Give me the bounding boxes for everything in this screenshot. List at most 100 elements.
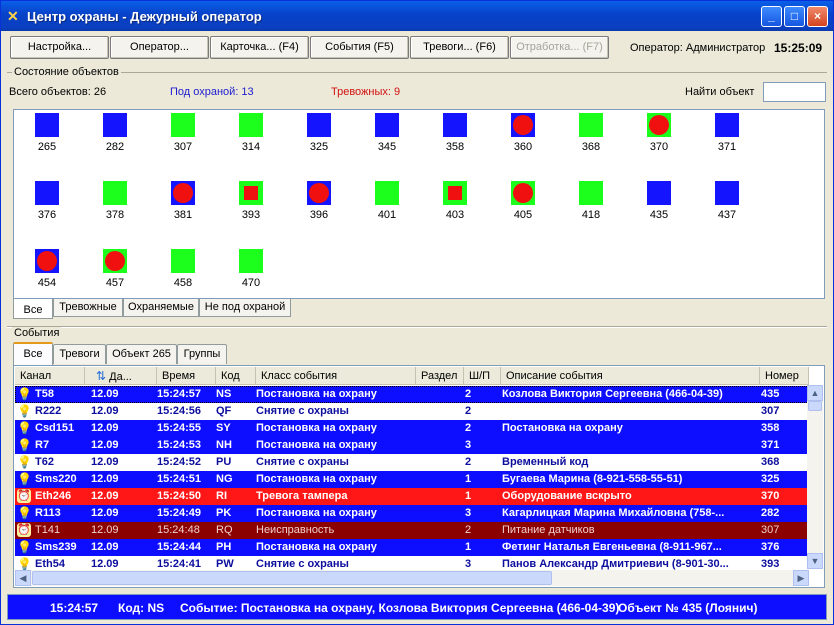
- object-tile[interactable]: 457: [94, 246, 134, 290]
- object-tile[interactable]: 307: [162, 110, 202, 154]
- column-channel[interactable]: Канал: [15, 367, 85, 385]
- maximize-button[interactable]: □: [784, 6, 805, 27]
- object-tile[interactable]: 370: [638, 110, 678, 154]
- alarm-circle-icon: [173, 183, 193, 203]
- card-button[interactable]: Карточка... (F4): [210, 36, 309, 59]
- object-tile[interactable]: 381: [162, 178, 202, 222]
- object-tile[interactable]: 371: [706, 110, 746, 154]
- cell-zone: 1: [465, 541, 472, 553]
- tab-groups[interactable]: Группы: [177, 344, 227, 364]
- column-time[interactable]: Время: [157, 367, 216, 385]
- guarded-status-icon: [443, 113, 467, 137]
- lightbulb-icon: 💡: [17, 421, 32, 435]
- object-tile[interactable]: 437: [706, 178, 746, 222]
- cell-date: 12.09: [91, 524, 119, 536]
- unguarded-status-icon: [103, 181, 127, 205]
- tab-object-events[interactable]: Объект 265: [106, 344, 177, 364]
- object-tile[interactable]: 282: [94, 110, 134, 154]
- object-tile[interactable]: 418: [570, 178, 610, 222]
- guarded-status-icon: [103, 113, 127, 137]
- guarded-status-icon: [35, 113, 59, 137]
- guarded-status-icon: [715, 181, 739, 205]
- table-row[interactable]: 💡 R7 12.09 15:24:53 NH Постановка на охрану 3 3…: [15, 437, 809, 454]
- object-tile[interactable]: 470: [230, 246, 270, 290]
- tab-guarded-objects[interactable]: Охраняемые: [123, 299, 199, 317]
- object-tile[interactable]: 454: [26, 246, 66, 290]
- cell-class: Постановка на охрану: [256, 422, 377, 434]
- table-row[interactable]: ⏰ Eth246 12.09 15:24:50 RI Тревога тампера 1 Об…: [15, 488, 809, 505]
- scroll-left-icon[interactable]: ◀: [15, 570, 31, 586]
- column-number[interactable]: Номер: [760, 367, 809, 385]
- guarded-status-icon: [35, 181, 59, 205]
- cell-zone: 1: [465, 490, 472, 502]
- object-tile[interactable]: 265: [26, 110, 66, 154]
- events-button[interactable]: События (F5): [310, 36, 409, 59]
- lightbulb-icon: 💡: [17, 540, 32, 554]
- horizontal-scrollbar[interactable]: ◀ ▶: [15, 570, 809, 586]
- table-row[interactable]: 💡 Sms220 12.09 15:24:51 NG Постановка на охра…: [15, 471, 809, 488]
- object-tile[interactable]: 360: [502, 110, 542, 154]
- column-section[interactable]: Раздел: [416, 367, 464, 385]
- settings-button[interactable]: Настройка...: [10, 36, 109, 59]
- object-number: 435: [649, 209, 669, 221]
- object-tile[interactable]: 358: [434, 110, 474, 154]
- object-tile[interactable]: 435: [638, 178, 678, 222]
- events-section-title: События: [12, 327, 62, 339]
- column-event-class[interactable]: Класс события: [256, 367, 416, 385]
- table-row[interactable]: 💡 T58 12.09 15:24:57 NS Постановка на охрану 2…: [15, 386, 809, 403]
- scroll-up-icon[interactable]: ▲: [807, 385, 823, 401]
- object-tile[interactable]: 314: [230, 110, 270, 154]
- object-tile[interactable]: 345: [366, 110, 406, 154]
- table-row[interactable]: ⏰ T141 12.09 15:24:48 RQ Неисправность 2 Питани…: [15, 522, 809, 539]
- column-description[interactable]: Описание события: [501, 367, 760, 385]
- toolbar: Настройка... Оператор... Карточка... (F4…: [1, 34, 833, 61]
- object-tile[interactable]: 368: [570, 110, 610, 154]
- objects-stats: Всего объектов: 26 Под охраной: 13 Трево…: [1, 81, 833, 103]
- object-tile[interactable]: 458: [162, 246, 202, 290]
- object-tile[interactable]: 405: [502, 178, 542, 222]
- tab-alarm-objects[interactable]: Тревожные: [53, 299, 123, 317]
- tab-all-objects[interactable]: Все: [13, 299, 53, 319]
- object-number: 376: [37, 209, 57, 221]
- processing-button[interactable]: Отработка... (F7): [510, 36, 609, 59]
- close-button[interactable]: ×: [807, 6, 828, 27]
- table-row[interactable]: 💡 Sms239 12.09 15:24:44 PH Постановка на охра…: [15, 539, 809, 556]
- object-tile[interactable]: 393: [230, 178, 270, 222]
- objects-section-title: Состояние объектов: [12, 66, 121, 78]
- column-date[interactable]: ⇅ Да...: [85, 367, 157, 385]
- table-row[interactable]: 💡 R222 12.09 15:24:56 QF Снятие с охраны 2 307: [15, 403, 809, 420]
- tab-unguarded-objects[interactable]: Не под охраной: [199, 299, 291, 317]
- scroll-down-icon[interactable]: ▼: [807, 553, 823, 569]
- object-number: 368: [581, 141, 601, 153]
- cell-date: 12.09: [91, 490, 119, 502]
- title-bar[interactable]: ✕ Центр охраны - Дежурный оператор _ □ ×: [1, 1, 833, 31]
- cell-section: [416, 437, 462, 454]
- horizontal-scroll-thumb[interactable]: [32, 571, 552, 585]
- scroll-right-icon[interactable]: ▶: [793, 570, 809, 586]
- cell-channel: Sms220: [35, 473, 77, 485]
- vertical-scrollbar[interactable]: ▲ ▼: [807, 385, 823, 569]
- vertical-scroll-thumb[interactable]: [808, 401, 822, 411]
- alarm-circle-icon: [649, 115, 669, 135]
- object-number: 403: [445, 209, 465, 221]
- table-row[interactable]: 💡 T62 12.09 15:24:52 PU Снятие с охраны 2 Време…: [15, 454, 809, 471]
- object-tile[interactable]: 403: [434, 178, 474, 222]
- column-zone[interactable]: Ш/П: [464, 367, 501, 385]
- object-tile[interactable]: 376: [26, 178, 66, 222]
- unguarded-status-icon: [511, 181, 535, 205]
- operator-button[interactable]: Оператор...: [110, 36, 209, 59]
- minimize-button[interactable]: _: [761, 6, 782, 27]
- column-code[interactable]: Код: [216, 367, 256, 385]
- find-object-input[interactable]: [763, 82, 826, 102]
- table-row[interactable]: 💡 R113 12.09 15:24:49 PK Постановка на охрану…: [15, 505, 809, 522]
- object-tile[interactable]: 325: [298, 110, 338, 154]
- alarms-button[interactable]: Тревоги... (F6): [410, 36, 509, 59]
- lightbulb-icon: 💡: [17, 506, 32, 520]
- tab-all-events[interactable]: Все: [13, 342, 53, 365]
- cell-date: 12.09: [91, 405, 119, 417]
- object-tile[interactable]: 378: [94, 178, 134, 222]
- object-tile[interactable]: 396: [298, 178, 338, 222]
- table-row[interactable]: 💡 Csd151 12.09 15:24:55 SY Постановка на охра…: [15, 420, 809, 437]
- tab-alarm-events[interactable]: Тревоги: [53, 344, 106, 364]
- object-tile[interactable]: 401: [366, 178, 406, 222]
